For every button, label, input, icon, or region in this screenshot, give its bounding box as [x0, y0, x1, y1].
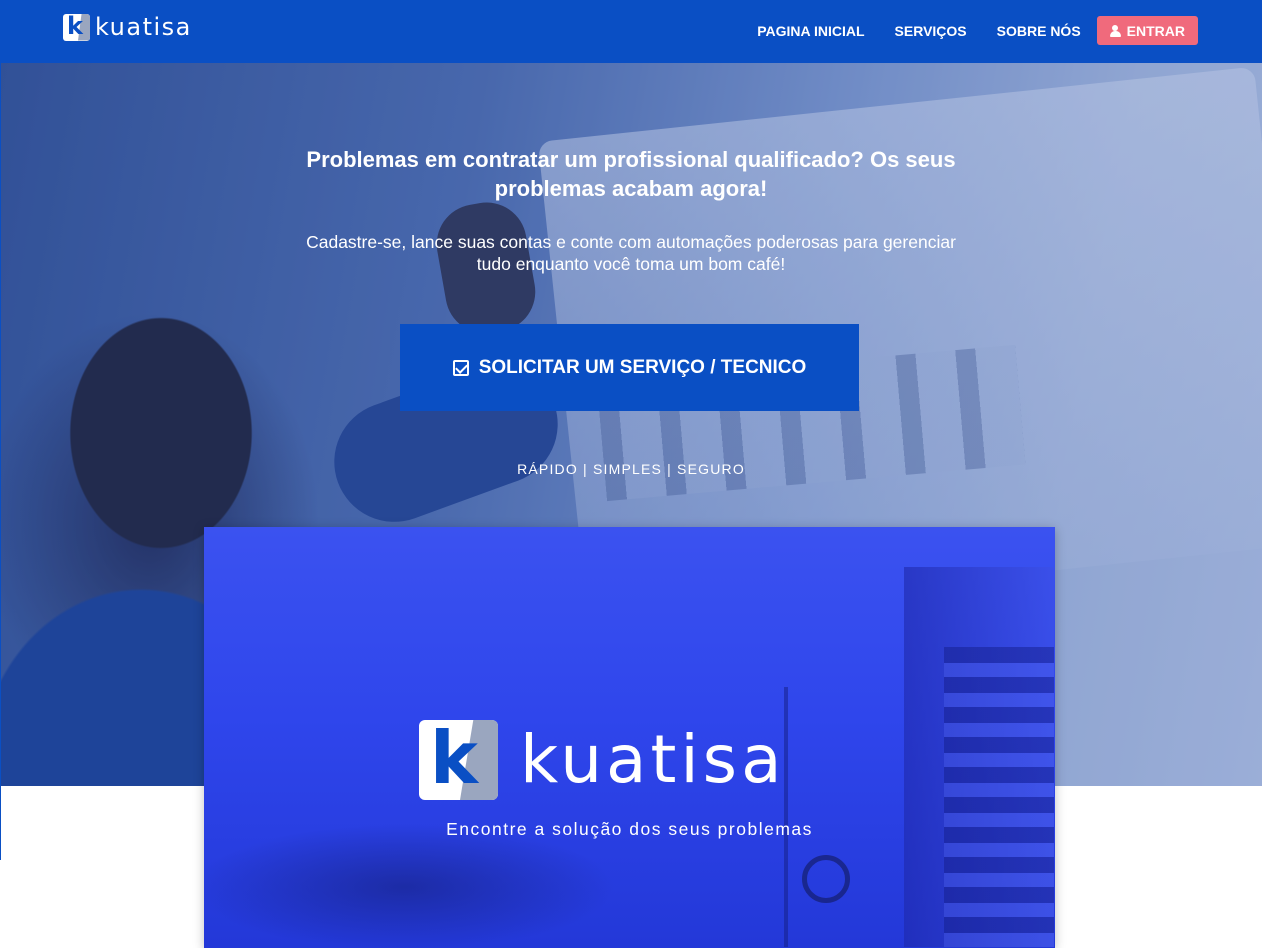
banner-wordmark: kuatisa	[520, 721, 786, 798]
user-icon	[1109, 24, 1121, 37]
brand-name: kuatisa	[95, 13, 192, 41]
banner-background-building-windows	[944, 647, 1054, 947]
login-button[interactable]: ENTRAR	[1096, 16, 1198, 45]
request-service-label: SOLICITAR UM SERVIÇO / TECNICO	[478, 356, 807, 378]
check-square-icon	[452, 359, 469, 376]
request-service-button[interactable]: SOLICITAR UM SERVIÇO / TECNICO	[400, 324, 859, 411]
brand-banner: k kuatisa Encontre a solução dos seus pr…	[204, 527, 1055, 948]
nav-link-services[interactable]: SERVIÇOS	[895, 23, 967, 39]
navbar: k kuatisa PAGINA INICIAL SERVIÇOS SOBRE …	[0, 0, 1262, 63]
brand-logo[interactable]: k kuatisa	[63, 13, 192, 41]
login-button-label: ENTRAR	[1126, 22, 1185, 39]
logo-mark-icon: k	[63, 13, 90, 41]
main-nav: PAGINA INICIAL SERVIÇOS SOBRE NÓS ENTRAR	[757, 16, 1198, 45]
nav-link-about[interactable]: SOBRE NÓS	[997, 23, 1081, 39]
banner-logo-mark-icon: k	[419, 720, 498, 800]
banner-background-sign	[802, 855, 850, 903]
banner-slogan: Encontre a solução dos seus problemas	[446, 819, 813, 839]
hero-subtitle: Cadastre-se, lance suas contas e conte c…	[306, 232, 956, 274]
nav-link-home[interactable]: PAGINA INICIAL	[757, 23, 864, 39]
banner-logo: k kuatisa	[419, 720, 786, 800]
hero-title: Problemas em contratar um profissional q…	[306, 147, 956, 201]
hero-tagline: RÁPIDO | SIMPLES | SEGURO	[517, 461, 745, 477]
